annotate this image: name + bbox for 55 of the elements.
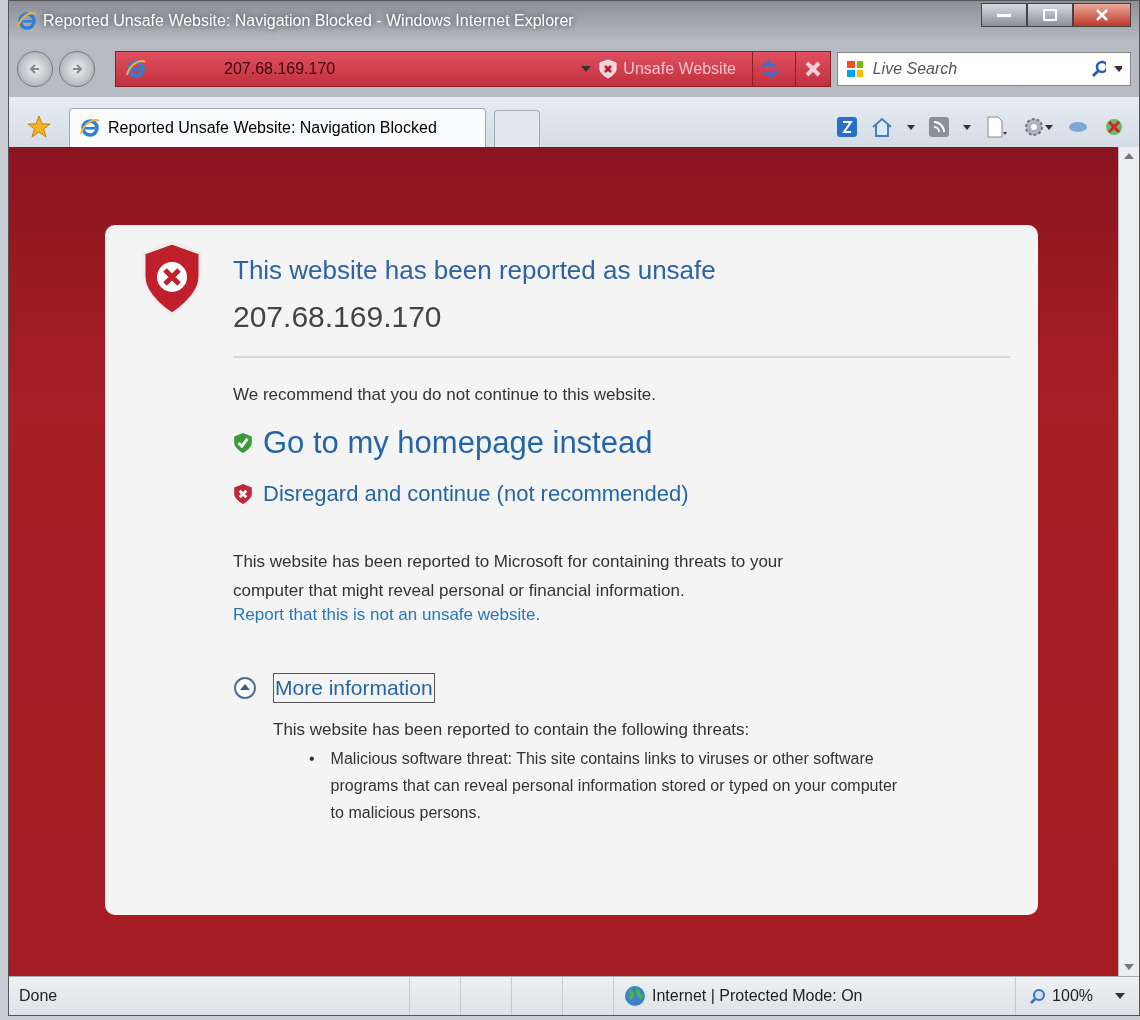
globe-icon [624,985,646,1007]
scrollbar[interactable] [1118,147,1139,976]
window-title: Reported Unsafe Website: Navigation Blocked - Windows Internet Explorer [43,12,575,30]
maximize-icon [1043,9,1057,21]
zoom-level[interactable]: 100% [1052,987,1093,1005]
dropdown-icon[interactable] [963,124,971,130]
check-shield-icon [233,432,253,454]
close-icon [1095,9,1109,21]
search-field[interactable]: Live Search [870,59,1083,79]
back-button[interactable] [17,51,53,87]
threats-intro: This website has been reported to contain the following threats: [272,719,751,741]
gear-icon[interactable] [1023,116,1053,138]
explanation-text: This website has been reported to Microsoft for containing threats to your computer that might reveal personal or financial information. [233,551,784,602]
search-box[interactable]: Live Search [837,52,1131,86]
shield-icon [599,59,618,79]
collapse-icon[interactable] [233,676,257,700]
homepage-link[interactable]: Go to my homepage instead [263,425,653,461]
warning-heading: This website has been reported as unsafe [233,255,717,286]
scroll-down-icon[interactable] [1124,964,1134,970]
feed-icon[interactable] [929,117,949,137]
search-icon[interactable] [1090,60,1106,78]
minimize-button[interactable] [981,3,1027,27]
report-link[interactable]: Report that this is not an unsafe website. [233,605,541,624]
page-menu-icon[interactable] [985,116,1009,138]
unsafe-status[interactable]: Unsafe Website [623,60,736,78]
scroll-up-icon[interactable] [1124,153,1134,159]
stop-icon[interactable] [804,60,822,78]
search-provider-icon [846,60,863,78]
favorites-star-icon[interactable] [26,114,52,140]
page-icon [126,59,146,79]
maximize-button[interactable] [1027,3,1073,27]
browser-icon [17,11,37,31]
url-text: 207.68.169.170 [223,60,337,78]
threat-description: Malicious software threat: This site contains links to viruses or other software programs that can reveal personal information stored or typed on your computer to malicious persons. [330,749,899,823]
dropdown-icon[interactable] [1113,66,1122,72]
browser-icon [80,118,100,138]
dropdown-icon[interactable] [907,124,915,130]
dropdown-icon[interactable] [1115,993,1125,999]
site-address: 207.68.169.170 [233,300,443,334]
forward-button[interactable] [59,51,95,87]
shield-icon [141,241,203,317]
home-icon[interactable] [871,116,893,138]
security-zone[interactable]: Internet | Protected Mode: On [652,987,863,1005]
continue-link[interactable]: Disregard and continue (not recommended) [263,481,689,507]
browser-tab[interactable]: Reported Unsafe Website: Navigation Blocked [69,108,486,147]
close-button[interactable] [1073,3,1131,27]
bullet: • [309,749,315,769]
minimize-icon [997,12,1011,18]
more-information-link[interactable]: More information [273,673,435,703]
new-tab-button[interactable] [493,110,540,147]
zoom-icon[interactable] [1030,988,1047,1004]
recommendation-text: We recommend that you do not continue to this website. [233,384,658,406]
address-bar[interactable]: 207.68.169.170 Unsafe Website [115,51,831,87]
x-shield-icon [233,483,253,505]
status-text: Done [19,987,58,1005]
